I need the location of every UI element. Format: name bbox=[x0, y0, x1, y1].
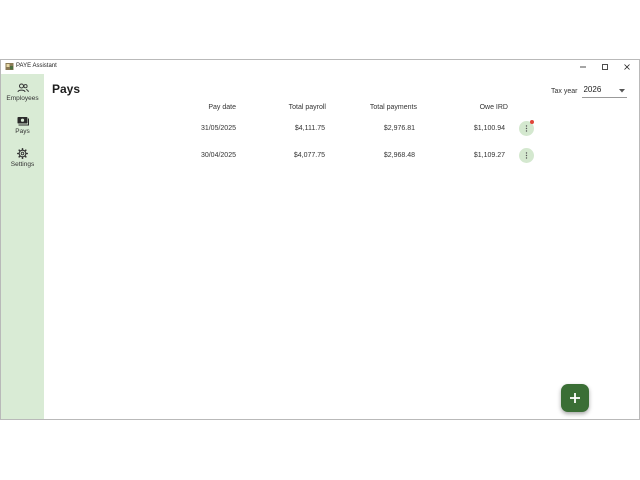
close-icon bbox=[624, 64, 630, 70]
nav-item-employees[interactable]: Employees bbox=[1, 82, 44, 112]
gear-icon bbox=[17, 148, 29, 159]
pay-date-cell: 31/05/2025 bbox=[200, 125, 236, 132]
owe-ird-cell: $1,100.94 bbox=[473, 125, 505, 132]
column-header-total-payroll: Total payroll bbox=[288, 104, 326, 111]
tax-year-label: Tax year bbox=[551, 87, 578, 95]
nav-label-pays: Pays bbox=[15, 128, 30, 135]
app-window: PAYE Assistant Employees Pays Settings P… bbox=[0, 59, 640, 420]
column-header-total-payments: Total payments bbox=[369, 104, 417, 111]
close-button[interactable] bbox=[616, 60, 638, 74]
tax-year-value: 2026 bbox=[583, 85, 602, 94]
navigation-rail: Employees Pays Settings bbox=[1, 74, 44, 419]
plus-icon bbox=[570, 393, 580, 403]
main-content: Pays Tax year 2026 Pay date Total payrol… bbox=[44, 74, 639, 419]
total-payments-cell: $2,976.81 bbox=[383, 125, 415, 132]
pay-date-cell: 30/04/2025 bbox=[200, 152, 236, 159]
page-title: Pays bbox=[52, 82, 81, 96]
money-icon bbox=[17, 115, 29, 126]
row-menu-button[interactable] bbox=[519, 148, 534, 163]
tax-year-dropdown[interactable]: 2026 bbox=[582, 84, 628, 98]
column-header-owe-ird: Owe IRD bbox=[479, 104, 508, 111]
people-icon bbox=[17, 82, 29, 93]
notification-dot bbox=[530, 120, 534, 124]
nav-label-settings: Settings bbox=[10, 161, 35, 168]
total-payroll-cell: $4,077.75 bbox=[293, 152, 325, 159]
column-header-pay-date: Pay date bbox=[208, 104, 236, 111]
nav-item-pays[interactable]: Pays bbox=[1, 115, 44, 145]
maximize-icon bbox=[602, 64, 608, 70]
total-payments-cell: $2,968.48 bbox=[383, 152, 415, 159]
nav-label-employees: Employees bbox=[6, 95, 39, 102]
app-logo-icon bbox=[5, 63, 14, 70]
add-pay-button[interactable] bbox=[561, 384, 589, 412]
tax-year-control: Tax year 2026 bbox=[551, 84, 628, 98]
maximize-button[interactable] bbox=[594, 60, 616, 74]
total-payroll-cell: $4,111.75 bbox=[294, 125, 325, 132]
window-title: PAYE Assistant bbox=[16, 63, 57, 69]
minimize-button[interactable] bbox=[572, 60, 594, 74]
more-vert-icon bbox=[525, 152, 528, 159]
owe-ird-cell: $1,109.27 bbox=[473, 152, 505, 159]
minimize-icon bbox=[580, 66, 586, 68]
more-vert-icon bbox=[525, 125, 528, 132]
caret-down-icon bbox=[619, 89, 626, 93]
title-bar[interactable]: PAYE Assistant bbox=[1, 60, 639, 74]
nav-item-settings[interactable]: Settings bbox=[1, 148, 44, 178]
